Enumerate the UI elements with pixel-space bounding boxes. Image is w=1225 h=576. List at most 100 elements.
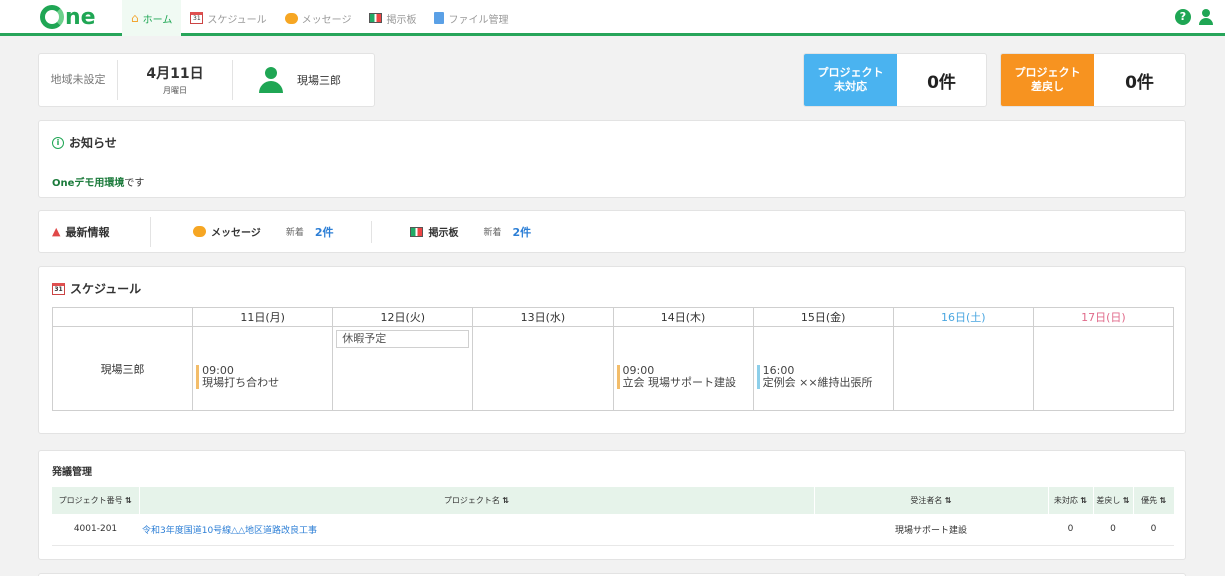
sort-icon[interactable]: ⇅ xyxy=(502,496,509,505)
calendar-icon: 31 xyxy=(52,282,65,295)
calendar-icon: 31 xyxy=(190,12,204,24)
stat-value: 0件 xyxy=(1125,72,1154,93)
schedule-cell[interactable]: 16:00 定例会 ××維持出張所 xyxy=(752,326,894,411)
nav-item-schedule[interactable]: 31 スケジュール xyxy=(181,0,275,36)
contractor-name: 現場サポート建設 xyxy=(814,514,1048,546)
day-header[interactable]: 14日(木) xyxy=(612,307,754,327)
column-header-priority[interactable]: 優先 ⇅ xyxy=(1132,487,1174,514)
user-name: 現場三郎 xyxy=(297,74,341,87)
schedule-card: 31 スケジュール 11日(月) 12日(火) 13日(水) 14日(木) 15… xyxy=(38,266,1186,434)
stat-label: プロジェクト 未対応 xyxy=(804,54,897,106)
stat-value: 0件 xyxy=(927,72,956,93)
nav-item-message[interactable]: メッセージ xyxy=(276,0,361,36)
schedule-cell[interactable]: 休暇予定 xyxy=(332,326,474,411)
board-icon xyxy=(410,226,424,237)
schedule-cell[interactable] xyxy=(1032,326,1175,411)
returned-count: 0 xyxy=(1093,514,1133,546)
table-row[interactable]: 4001-201 令和3年度国道10号線△△地区道路改良工事 現場サポート建設 … xyxy=(52,514,1174,546)
nav-item-label: ホーム xyxy=(142,14,173,26)
new-label: 新着 xyxy=(285,228,304,238)
column-header-pending[interactable]: 未対応 ⇅ xyxy=(1047,487,1093,514)
main-nav: ⌂ ホーム 31 スケジュール メッセージ 掲示板 ファイル管理 xyxy=(122,0,517,36)
notice-text-rest: です xyxy=(124,178,145,189)
sort-icon[interactable]: ⇅ xyxy=(1160,496,1167,505)
schedule-title-text: スケジュール xyxy=(70,282,142,296)
sort-icon[interactable]: ⇅ xyxy=(945,496,952,505)
notice-title-text: お知らせ xyxy=(69,136,117,150)
holiday-badge[interactable]: 休暇予定 xyxy=(336,330,470,348)
help-icon[interactable]: ? xyxy=(1175,9,1191,25)
schedule-cell[interactable] xyxy=(892,326,1034,411)
stat-returned-projects[interactable]: プロジェクト 差戻し 0件 xyxy=(1000,53,1186,107)
schedule-table: 11日(月) 12日(火) 13日(水) 14日(木) 15日(金) 16日(土… xyxy=(51,307,1175,411)
column-header-name[interactable]: プロジェクト名 ⇅ xyxy=(138,487,814,514)
top-right-actions: ? xyxy=(1175,9,1213,25)
schedule-event[interactable]: 16:00 定例会 ××維持出張所 xyxy=(756,365,893,389)
message-icon xyxy=(284,12,298,24)
event-title: 立会 現場サポート建設 xyxy=(622,376,737,389)
sort-icon[interactable]: ⇅ xyxy=(1123,496,1130,505)
new-label: 新着 xyxy=(483,228,502,238)
nav-item-label: メッセージ xyxy=(301,14,352,26)
nav-item-home[interactable]: ⌂ ホーム xyxy=(122,0,182,36)
date-text: 4月11日 xyxy=(146,66,204,82)
schedule-person: 現場三郎 xyxy=(51,326,194,411)
message-icon xyxy=(193,226,206,237)
notice-text-bold: Oneデモ用環境 xyxy=(52,178,125,189)
divider xyxy=(150,216,151,247)
schedule-corner xyxy=(51,307,194,327)
day-header-saturday[interactable]: 16日(土) xyxy=(892,307,1034,327)
logo-text: ne xyxy=(65,4,96,30)
event-title: 定例会 ××維持出張所 xyxy=(762,376,873,389)
day-header[interactable]: 12日(火) xyxy=(332,307,474,327)
sort-icon[interactable]: ⇅ xyxy=(1080,496,1087,505)
schedule-cell[interactable]: 09:00 立会 現場サポート建設 xyxy=(612,326,754,411)
home-icon: ⌂ xyxy=(131,11,139,25)
latest-row: ▲ 最新情報 メッセージ 新着 2件 掲示板 新着 2件 xyxy=(52,211,531,252)
notice-title: i お知らせ xyxy=(52,134,117,151)
region-label[interactable]: 地域未設定 xyxy=(39,60,118,100)
column-header-contractor[interactable]: 受注者名 ⇅ xyxy=(813,487,1048,514)
column-header-returned[interactable]: 差戻し ⇅ xyxy=(1092,487,1133,514)
stat-pending-projects[interactable]: プロジェクト 未対応 0件 xyxy=(803,53,987,107)
schedule-title: 31 スケジュール xyxy=(52,280,141,297)
latest-item-board[interactable]: 掲示板 新着 2件 xyxy=(410,224,531,240)
priority-count: 0 xyxy=(1133,514,1174,546)
latest-title: ▲ 最新情報 xyxy=(52,224,150,240)
day-header[interactable]: 13日(水) xyxy=(472,307,614,327)
project-name-link[interactable]: 令和3年度国道10号線△△地区道路改良工事 xyxy=(139,514,814,546)
date-block: 4月11日 月曜日 xyxy=(118,60,233,100)
file-icon xyxy=(434,12,445,24)
orders-table: プロジェクト番号 ⇅ プロジェクト名 ⇅ 受注者名 ⇅ 未対応 ⇅ 差戻し ⇅ … xyxy=(52,487,1174,546)
latest-item-message[interactable]: メッセージ 新着 2件 xyxy=(193,224,333,240)
event-title: 現場打ち合わせ xyxy=(202,376,280,389)
column-header-number[interactable]: プロジェクト番号 ⇅ xyxy=(52,487,139,514)
day-header-sunday[interactable]: 17日(日) xyxy=(1032,307,1175,327)
stat-label: プロジェクト 差戻し xyxy=(1001,54,1094,106)
person-icon xyxy=(259,67,283,93)
board-icon xyxy=(369,13,383,23)
user-info-card: 地域未設定 4月11日 月曜日 現場三郎 xyxy=(38,53,375,107)
user-icon[interactable] xyxy=(1199,9,1213,25)
new-count[interactable]: 2件 xyxy=(513,224,532,240)
latest-title-text: 最新情報 xyxy=(65,225,110,239)
app-logo[interactable]: ne xyxy=(40,4,96,30)
weekday-text: 月曜日 xyxy=(163,86,187,95)
new-count[interactable]: 2件 xyxy=(315,224,334,240)
pending-count: 0 xyxy=(1048,514,1093,546)
day-header[interactable]: 15日(金) xyxy=(752,307,894,327)
day-header[interactable]: 11日(月) xyxy=(192,307,334,327)
schedule-event[interactable]: 09:00 立会 現場サポート建設 xyxy=(616,365,753,389)
nav-item-files[interactable]: ファイル管理 xyxy=(425,0,517,36)
latest-item-label: メッセージ xyxy=(211,228,261,239)
schedule-event[interactable]: 09:00 現場打ち合わせ xyxy=(196,365,332,389)
bell-icon: ▲ xyxy=(52,225,61,238)
sort-icon[interactable]: ⇅ xyxy=(125,496,132,505)
schedule-cell[interactable] xyxy=(472,326,614,411)
nav-item-board[interactable]: 掲示板 xyxy=(360,0,425,36)
orders-title: 発議管理 xyxy=(52,467,92,478)
proposal-management-card: 発議管理 プロジェクト番号 ⇅ プロジェクト名 ⇅ 受注者名 ⇅ 未対応 ⇅ 差… xyxy=(38,450,1186,560)
schedule-cell[interactable]: 09:00 現場打ち合わせ xyxy=(192,326,334,411)
nav-item-label: ファイル管理 xyxy=(448,14,509,26)
latest-info-card: ▲ 最新情報 メッセージ 新着 2件 掲示板 新着 2件 xyxy=(38,210,1186,253)
